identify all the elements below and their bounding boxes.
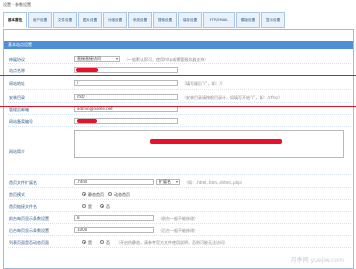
- ext-select-value: 扩展名: [159, 179, 171, 184]
- ext-hint: （如：.html,.htm,.shtml,.php）: [184, 180, 245, 185]
- label-intro: 网站简介: [9, 149, 25, 154]
- tab-group[interactable]: 分组设置: [103, 12, 127, 28]
- tab-basic[interactable]: 基本属性: [3, 12, 27, 28]
- label-home-static: 首页模式: [9, 192, 25, 197]
- row-divider: [8, 247, 351, 248]
- home-static-option-dynamic: 动态首页: [114, 192, 130, 197]
- list-count-input[interactable]: 8: [74, 215, 154, 221]
- home-static-radio-dynamic[interactable]: [108, 192, 112, 196]
- dynamic-option-no: 否: [106, 240, 110, 245]
- tab-file[interactable]: 文件设置: [53, 12, 77, 28]
- row-divider: [8, 187, 351, 188]
- annotation-line: [0, 75, 356, 76]
- intro-textarea[interactable]: [74, 130, 344, 158]
- tab-search[interactable]: 搜索设置: [153, 12, 177, 28]
- chevron-down-icon: ▾: [115, 56, 118, 61]
- label-site-name: 站点名称: [9, 68, 25, 73]
- chevron-down-icon: ▾: [175, 179, 178, 184]
- label-install-dir: 安装目录: [9, 95, 25, 100]
- page-static-radio-no[interactable]: [100, 204, 104, 208]
- row-divider: [8, 223, 351, 224]
- tab-system[interactable]: 系统设置: [128, 12, 152, 28]
- settings-panel: 基本站点设置 伸展协议 直接直接访问 ▾ （一般默认即可，使用http或需要服务…: [3, 29, 354, 269]
- row-divider: [8, 126, 351, 127]
- install-dir-hint: （安装目录请按根目录计，如填写开始“/”，如：/cfhs/）: [182, 95, 283, 100]
- tab-ftp-email[interactable]: FTP/EMAIL: [203, 12, 235, 28]
- list-count-hint: （前台一般不能修改）: [158, 216, 198, 221]
- label-page-static: 首页链接文件名: [9, 204, 37, 209]
- page-static-radio-yes[interactable]: [82, 204, 86, 208]
- redaction-mark: [77, 119, 97, 123]
- panel-title: 基本站点设置: [4, 41, 353, 49]
- settings-tabs: 基本属性 用户设置 文件设置 图片设置 分组设置 系统设置 搜索设置 保存设置 …: [3, 12, 286, 28]
- watermark: 月季网 yuejiw.com: [290, 257, 344, 264]
- page-static-option-no: 否: [106, 204, 110, 209]
- annotation-line: [0, 106, 356, 107]
- row-divider: [8, 235, 351, 236]
- dynamic-option-yes: 是: [88, 240, 92, 245]
- row-divider: [8, 211, 351, 212]
- site-url-hint: （填写顺后“/”，如：/）: [182, 81, 225, 86]
- label-dynamic: 列表页面是否动态页面: [9, 240, 49, 245]
- mode-select-value: 直接直接访问: [77, 56, 101, 61]
- home-static-option-static: 静态首页: [88, 192, 104, 197]
- mode-select[interactable]: 直接直接访问 ▾: [74, 56, 120, 62]
- ext-input[interactable]: .html: [74, 179, 154, 185]
- page-static-option-yes: 是: [88, 204, 92, 209]
- redaction-mark: [150, 139, 282, 144]
- label-list-count: 前台每页显示条数设置: [9, 216, 49, 221]
- home-static-radio-static[interactable]: [82, 192, 86, 196]
- label-admin-email: 管理员邮箱: [9, 107, 29, 112]
- breadcrumb: 设置 - 参数设置: [3, 2, 31, 7]
- search-count-hint: （后台一般不能修改）: [158, 228, 198, 233]
- label-icp: 网站备案编号: [9, 119, 33, 124]
- dynamic-radio-no[interactable]: [100, 240, 104, 244]
- row-divider: [8, 102, 351, 103]
- row-divider: [8, 89, 351, 90]
- label-search-count: 后台每页显示条数设置: [9, 228, 49, 233]
- dynamic-hint: （开启伪静态，请参考官方文件使用说明，否则可能无法访问）: [116, 240, 228, 245]
- site-url-input[interactable]: /: [74, 80, 178, 86]
- row-divider: [8, 114, 351, 115]
- row-divider: [8, 174, 351, 175]
- dynamic-radio-yes[interactable]: [82, 240, 86, 244]
- redaction-mark: [76, 68, 98, 72]
- tab-image[interactable]: 图片设置: [78, 12, 102, 28]
- install-dir-input[interactable]: /fst/: [74, 94, 178, 100]
- tab-display[interactable]: 显示设置: [261, 12, 285, 28]
- row-divider: [8, 63, 351, 64]
- row-divider: [8, 199, 351, 200]
- tab-user[interactable]: 用户设置: [28, 12, 52, 28]
- search-count-input[interactable]: 1000: [74, 227, 154, 233]
- label-ext: 首页文件扩展名: [9, 180, 37, 185]
- label-site-url: 网站地址: [9, 81, 25, 86]
- tab-template[interactable]: 模版设置: [236, 12, 260, 28]
- ext-select[interactable]: 扩展名 ▾: [156, 179, 180, 185]
- tab-save[interactable]: 保存设置: [178, 12, 202, 28]
